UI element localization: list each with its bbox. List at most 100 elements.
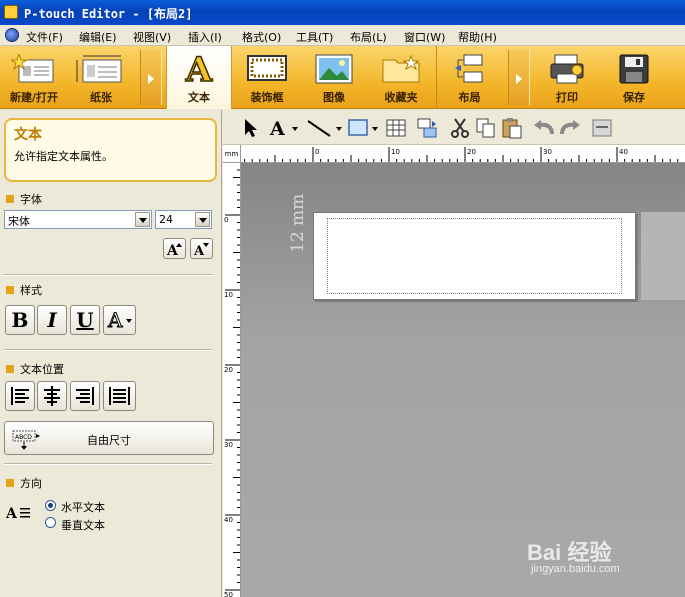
- chevron-down-icon[interactable]: [195, 212, 210, 227]
- properties-panel: 文本 允许指定文本属性。 字体 宋体 24 A A 样式 B I U A 文本位…: [0, 110, 222, 597]
- font-name-value: 宋体: [8, 215, 30, 228]
- line-tool-icon[interactable]: [306, 117, 346, 139]
- ribbon-scroll-right[interactable]: [508, 50, 530, 105]
- direction-section-header: 方向: [6, 475, 42, 491]
- text-button[interactable]: A 文本: [166, 46, 232, 109]
- arrange-icon[interactable]: [416, 117, 438, 139]
- menu-format[interactable]: 格式(O): [242, 29, 281, 45]
- font-name-select[interactable]: 宋体: [4, 210, 152, 229]
- menu-file[interactable]: 文件(F): [26, 29, 63, 45]
- horizontal-text-label: 水平文本: [61, 501, 105, 514]
- justify-button[interactable]: [103, 381, 136, 411]
- vertical-text-label: 垂直文本: [61, 519, 105, 532]
- vertical-ruler: 0 10 20 30 40 50: [223, 163, 241, 597]
- new-open-label: 新建/打开: [9, 91, 59, 104]
- clipart-label: 收藏夹: [384, 91, 418, 104]
- ruler-tick-label: 30: [224, 441, 233, 449]
- vertical-text-radio[interactable]: [45, 517, 56, 528]
- ruler-tick-label: 40: [224, 516, 233, 524]
- layout-icon: [454, 54, 482, 83]
- menu-bar: 文件(F) 编辑(E) 视图(V) 插入(I) 格式(O) 工具(T) 布局(L…: [0, 25, 685, 46]
- new-open-button[interactable]: 新建/打开: [2, 46, 66, 109]
- frame-button[interactable]: 装饰框: [235, 46, 299, 109]
- panel-title: 文本: [14, 127, 42, 143]
- menu-tools[interactable]: 工具(T): [296, 29, 333, 45]
- folder-icon: [382, 54, 420, 83]
- app-window: P-touch Editor - [布局2] 文件(F) 编辑(E) 视图(V)…: [0, 0, 685, 597]
- underline-button[interactable]: U: [70, 305, 100, 335]
- paper-label: 纸张: [90, 91, 112, 104]
- rectangle-tool-icon[interactable]: [347, 117, 381, 139]
- table-tool-icon[interactable]: [385, 117, 407, 139]
- new-open-icon: [11, 54, 54, 83]
- save-button[interactable]: 保存: [602, 46, 666, 109]
- label-tape[interactable]: [313, 212, 636, 300]
- align-left-button[interactable]: [5, 381, 35, 411]
- align-left-icon: [11, 387, 29, 405]
- chevron-down-icon[interactable]: [135, 212, 150, 227]
- font-size-value: 24: [159, 213, 173, 226]
- undo-icon[interactable]: [532, 117, 556, 139]
- layout-button[interactable]: 布局: [436, 46, 502, 109]
- document-icon[interactable]: [5, 28, 19, 42]
- justify-icon: [109, 387, 130, 405]
- arrow-right-icon: [516, 74, 522, 84]
- print-button[interactable]: 打印: [534, 46, 600, 109]
- svg-text:A: A: [185, 52, 213, 86]
- align-right-button[interactable]: [70, 381, 100, 411]
- horizontal-text-radio[interactable]: [45, 500, 56, 511]
- printable-area: [327, 218, 622, 294]
- menu-window[interactable]: 窗口(W): [404, 29, 445, 45]
- clipart-button[interactable]: 收藏夹: [369, 46, 433, 109]
- direction-section-label: 方向: [20, 477, 42, 490]
- font-section-header: 字体: [6, 191, 42, 207]
- image-label: 图像: [323, 91, 345, 104]
- font-size-increase-button[interactable]: A: [163, 238, 186, 259]
- frame-label: 装饰框: [250, 91, 284, 104]
- horizontal-ruler-scale: 0 10 20 30 40: [244, 147, 679, 162]
- paste-icon[interactable]: [501, 117, 523, 139]
- text-direction-icon: A: [6, 506, 30, 522]
- select-pointer-icon[interactable]: [241, 117, 263, 139]
- tape-overflow-area: [641, 212, 685, 300]
- layout-label: 布局: [458, 91, 481, 104]
- paper-icon: [76, 55, 122, 83]
- outline-style-button[interactable]: A: [103, 305, 136, 335]
- section-marker-icon: [6, 286, 14, 294]
- image-button[interactable]: 图像: [302, 46, 366, 109]
- layout-canvas[interactable]: 12 mm: [241, 163, 685, 597]
- section-marker-icon: [6, 195, 14, 203]
- style-section-header: 样式: [6, 282, 42, 298]
- redo-icon[interactable]: [558, 117, 582, 139]
- watermark-url: jingyan.baidu.com: [531, 563, 620, 575]
- align-center-icon: [44, 386, 60, 406]
- menu-edit[interactable]: 编辑(E): [79, 29, 117, 45]
- copy-icon[interactable]: [475, 117, 497, 139]
- properties-icon[interactable]: [591, 117, 613, 139]
- align-center-button[interactable]: [37, 381, 67, 411]
- text-label: 文本: [188, 91, 210, 104]
- style-section-label: 样式: [20, 284, 42, 297]
- section-divider: [4, 463, 212, 465]
- italic-button[interactable]: I: [37, 305, 67, 335]
- command-ribbon: 新建/打开 纸张 A 文本 装饰框 图像 收藏夹 布局 打印 保存: [0, 46, 685, 109]
- menu-help[interactable]: 帮助(H): [458, 29, 497, 45]
- free-size-button[interactable]: ABCD 自由尺寸: [4, 421, 214, 455]
- menu-insert[interactable]: 插入(I): [188, 29, 222, 45]
- ruler-tick-label: 0: [224, 216, 228, 224]
- bold-button[interactable]: B: [5, 305, 35, 335]
- font-size-select[interactable]: 24: [155, 210, 212, 229]
- vertical-ruler-scale: 0 10 20 30 40 50: [224, 169, 240, 597]
- menu-layout[interactable]: 布局(L): [350, 29, 387, 45]
- app-icon: [4, 5, 18, 19]
- position-section-header: 文本位置: [6, 361, 64, 377]
- cut-icon[interactable]: [449, 117, 471, 139]
- menu-view[interactable]: 视图(V): [133, 29, 171, 45]
- font-decrease-icon: A: [193, 243, 209, 259]
- drawing-toolbar: A: [223, 110, 685, 145]
- font-size-decrease-button[interactable]: A: [190, 238, 213, 259]
- paper-button[interactable]: 纸张: [68, 46, 134, 109]
- text-insert-icon[interactable]: A: [268, 117, 298, 139]
- section-marker-icon: [6, 479, 14, 487]
- ribbon-scroll-left[interactable]: [140, 50, 162, 105]
